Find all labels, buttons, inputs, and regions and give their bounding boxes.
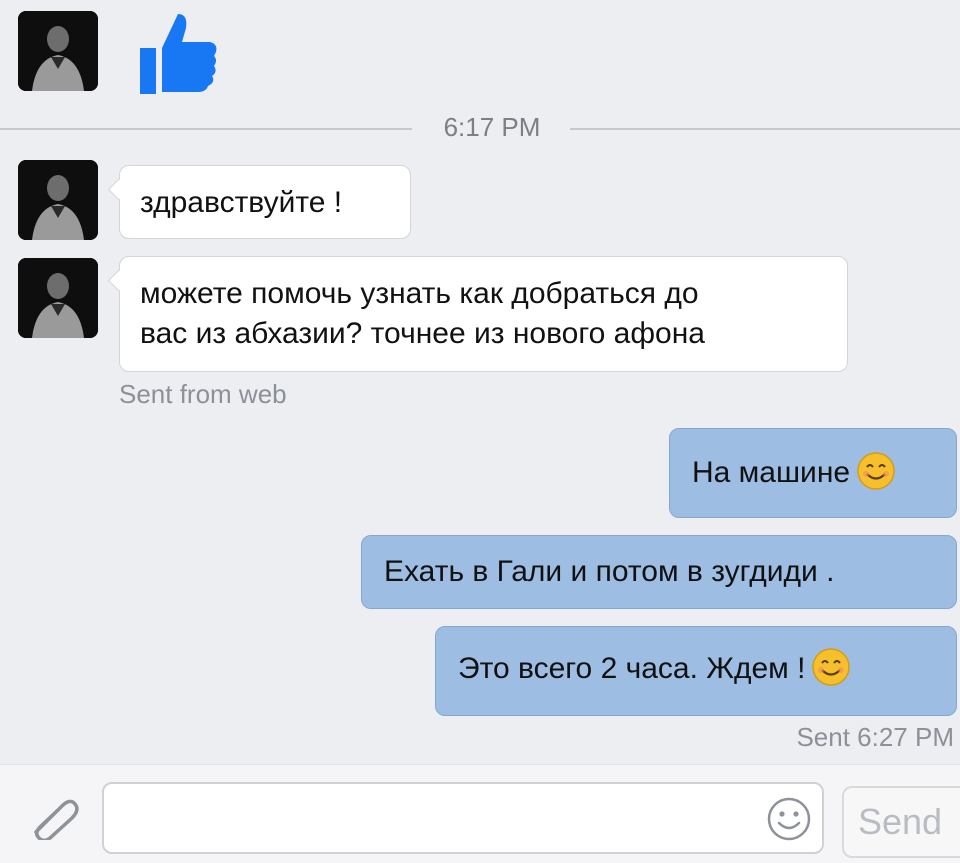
avatar[interactable]: [18, 258, 98, 338]
message-text-line: вас из абхазии? точнее из нового афона: [140, 317, 705, 350]
thumbs-up-icon: [138, 12, 218, 96]
message-text: Это всего 2 часа. Ждем !: [458, 652, 806, 685]
outgoing-message-bubble: Ехать в Гали и потом в зугдиди .: [361, 535, 957, 609]
smiling-face-emoji: [857, 452, 895, 490]
smiling-face-emoji: [812, 648, 851, 686]
message-text: здравствуйте !: [140, 186, 343, 219]
message-text: На машине: [692, 456, 851, 489]
incoming-message-bubble: здравствуйте !: [119, 165, 411, 239]
divider-line-right: [570, 128, 960, 130]
timestamp-divider: 6:17 PM: [443, 112, 541, 142]
incoming-message-bubble: можете помочь узнать как добраться до ва…: [119, 256, 848, 372]
sent-time-label: Sent 6:27 PM: [796, 722, 954, 752]
divider-line-left: [0, 128, 412, 130]
smiley-icon[interactable]: [766, 796, 812, 842]
sent-from-label: Sent from web: [119, 379, 287, 409]
message-text: Ехать в Гали и потом в зугдиди .: [384, 555, 835, 588]
paperclip-icon[interactable]: [28, 796, 80, 843]
message-input[interactable]: [102, 782, 824, 854]
message-input-field[interactable]: [118, 798, 762, 840]
outgoing-message-bubble: Это всего 2 часа. Ждем !: [435, 626, 957, 716]
avatar[interactable]: [18, 11, 98, 91]
message-text-line: можете помочь узнать как добраться до: [140, 277, 699, 310]
avatar[interactable]: [18, 160, 98, 240]
outgoing-message-bubble: На машине: [669, 428, 957, 518]
send-button[interactable]: Send: [842, 786, 960, 858]
